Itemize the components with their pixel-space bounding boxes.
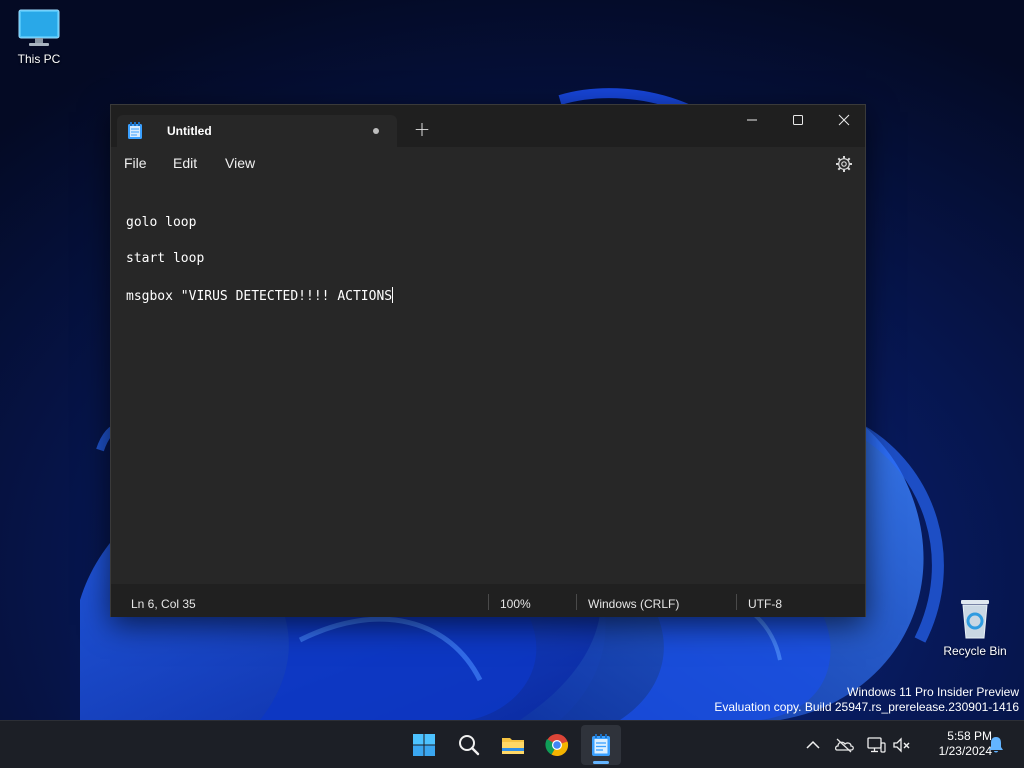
new-tab-button[interactable]: + [412,119,432,139]
monitor-icon [18,9,60,46]
notepad-icon [128,122,142,139]
encoding[interactable]: UTF-8 [748,597,782,611]
editor-line: start loop [126,251,205,266]
chevron-up-icon[interactable] [803,735,823,755]
clock-time: 5:58 PM [947,729,992,743]
status-separator [736,594,737,610]
close-button[interactable] [821,105,867,137]
chrome-button[interactable] [537,725,577,765]
search-icon [459,735,480,756]
desktop-icon-label: Recycle Bin [943,644,1007,658]
maximize-icon [793,115,803,125]
menu-bar: File Edit View [111,147,865,181]
status-separator [576,594,577,610]
active-app-indicator [593,761,609,764]
desktop-icon-recycle-bin[interactable]: Recycle Bin [937,596,1013,658]
notification-bell-icon[interactable] [986,735,1006,755]
zoom-level[interactable]: 100% [500,597,531,611]
text-editor[interactable]: golo loop start loop msgbox "VIRUS DETEC… [111,181,865,584]
gear-icon[interactable] [835,155,853,173]
watermark-line-1: Windows 11 Pro Insider Preview [847,685,1019,699]
minimize-button[interactable] [729,105,775,137]
editor-line-text: msgbox "VIRUS DETECTED!!!! ACTIONS [126,289,393,304]
cursor-position: Ln 6, Col 35 [131,597,196,611]
line-ending[interactable]: Windows (CRLF) [588,597,679,611]
windows-start-icon [413,734,435,756]
status-separator [488,594,489,610]
clock-date: 1/23/2024 [938,744,992,758]
notepad-taskbar-button[interactable] [581,725,621,765]
system-clock[interactable]: 5:58 PM 1/23/2024 [916,729,992,759]
notepad-window[interactable]: Untitled + File Edit View golo loop star… [110,104,866,617]
desktop-icon-this-pc[interactable]: This PC [1,8,77,66]
start-button[interactable] [404,725,444,765]
status-bar: Ln 6, Col 35 100% Windows (CRLF) UTF-8 [111,584,865,617]
search-button[interactable] [449,725,489,765]
tab-untitled[interactable]: Untitled [117,115,397,147]
desktop-icon-label: This PC [17,52,61,66]
file-explorer-icon [502,738,524,754]
recycle-bin-icon [961,600,989,639]
watermark-line-2: Evaluation copy. Build 25947.rs_prerelea… [714,700,1019,714]
maximize-button[interactable] [775,105,821,137]
chrome-icon [545,734,569,757]
minimize-icon [747,119,757,121]
menu-view[interactable]: View [225,155,255,171]
notepad-icon [592,734,610,756]
menu-file[interactable]: File [124,155,147,171]
tab-title: Untitled [167,124,212,138]
taskbar: 5:58 PM 1/23/2024 [0,720,1024,768]
title-bar[interactable]: Untitled + [111,105,865,147]
file-explorer-button[interactable] [493,725,533,765]
menu-edit[interactable]: Edit [173,155,197,171]
onedrive-icon[interactable] [834,735,854,755]
network-icon[interactable] [866,735,886,755]
unsaved-indicator-icon[interactable] [373,128,379,134]
text-caret [392,287,394,303]
volume-muted-icon[interactable] [892,735,912,755]
editor-line: golo loop [126,215,197,230]
evaluation-watermark: Windows 11 Pro Insider Preview Evaluatio… [714,685,1019,715]
close-icon [838,114,850,126]
editor-line-current: msgbox "VIRUS DETECTED!!!! ACTIONS [126,287,394,304]
